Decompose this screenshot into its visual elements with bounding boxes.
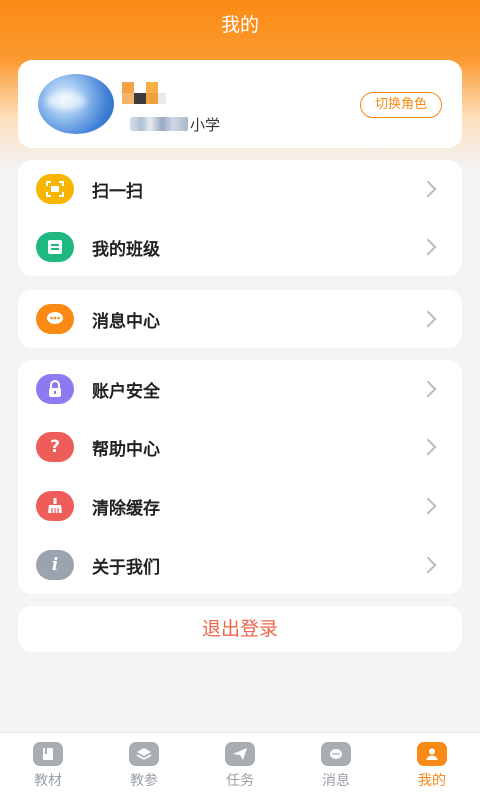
user-icon (417, 742, 447, 766)
help-icon: ? (36, 432, 74, 462)
menu-item-about-us[interactable]: i 关于我们 (18, 536, 462, 594)
tab-textbook[interactable]: 教材 (0, 733, 96, 800)
menu-item-help-center[interactable]: ? 帮助中心 (18, 418, 462, 476)
chevron-right-icon (419, 238, 437, 256)
chevron-right-icon (419, 556, 437, 574)
class-icon (36, 232, 74, 262)
menu-group-settings: 账户安全 ? 帮助中心 清除缓存 i 关于我们 (18, 360, 462, 594)
tab-label: 教材 (34, 773, 62, 789)
tab-label: 消息 (322, 773, 350, 789)
school-info: 小学 (130, 114, 220, 134)
chevron-right-icon (419, 497, 437, 515)
menu-item-account-security[interactable]: 账户安全 (18, 360, 462, 418)
tab-tasks[interactable]: 任务 (192, 733, 288, 800)
school-suffix: 小学 (190, 115, 221, 134)
chevron-right-icon (419, 380, 437, 398)
menu-item-clear-cache[interactable]: 清除缓存 (18, 477, 462, 535)
scan-icon (36, 174, 74, 204)
layers-icon (129, 742, 159, 766)
user-name-redacted (122, 82, 174, 104)
menu-item-label: 账户安全 (92, 381, 160, 402)
profile-card[interactable]: 小学 切换角色 (18, 60, 462, 148)
menu-item-label: 扫一扫 (92, 181, 143, 202)
logout-button[interactable]: 退出登录 (18, 606, 462, 652)
tab-reference[interactable]: 教参 (96, 733, 192, 800)
chevron-right-icon (419, 310, 437, 328)
school-name-redacted (130, 117, 188, 131)
menu-item-label: 消息中心 (92, 311, 160, 332)
page-title: 我的 (220, 14, 259, 36)
tab-messages[interactable]: 消息 (288, 733, 384, 800)
menu-item-my-class[interactable]: 我的班级 (18, 218, 462, 276)
chevron-right-icon (419, 438, 437, 456)
bottom-tab-bar: 教材 教参 任务 消息 我的 (0, 732, 480, 800)
tab-label: 任务 (226, 773, 254, 789)
message-icon (36, 304, 74, 334)
menu-item-label: 关于我们 (92, 557, 160, 578)
menu-item-label: 我的班级 (92, 239, 160, 260)
send-icon (225, 742, 255, 766)
tab-label: 教参 (130, 773, 158, 789)
menu-group-messages: 消息中心 (18, 290, 462, 348)
switch-role-button[interactable]: 切换角色 (359, 92, 442, 118)
menu-item-label: 清除缓存 (92, 498, 160, 519)
info-icon: i (36, 550, 74, 580)
tab-mine[interactable]: 我的 (384, 733, 480, 800)
chat-icon (321, 742, 351, 766)
menu-item-message-center[interactable]: 消息中心 (18, 290, 462, 348)
avatar[interactable] (38, 74, 114, 134)
lock-icon (36, 374, 74, 404)
menu-item-scan[interactable]: 扫一扫 (18, 160, 462, 218)
menu-item-label: 帮助中心 (92, 439, 160, 460)
menu-group-tools: 扫一扫 我的班级 (18, 160, 462, 276)
broom-icon (36, 491, 74, 521)
tab-label: 我的 (418, 773, 446, 789)
book-icon (33, 742, 63, 766)
chevron-right-icon (419, 180, 437, 198)
